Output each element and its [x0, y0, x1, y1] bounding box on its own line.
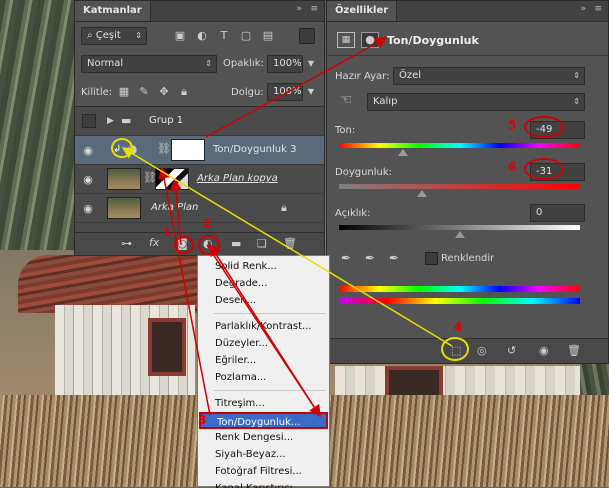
step-number-6: 6: [508, 160, 517, 174]
annotation-arrow: [209, 243, 321, 417]
step-number-1: 1: [163, 225, 172, 239]
step-number-5: 5: [508, 118, 517, 132]
step-number-4: 4: [454, 320, 463, 334]
annotation-arrow: [205, 37, 388, 138]
annotation-ring: [174, 236, 194, 254]
step-number-2: 2: [203, 217, 212, 231]
annotation-ring-yellow: [441, 337, 469, 361]
annotation-arrow-yellow: [121, 147, 453, 347]
annotation-ring: [524, 158, 564, 180]
annotation-overlay: [121, 37, 453, 418]
annotation-ring: [198, 235, 220, 255]
step-number-3: 3: [198, 413, 207, 427]
annotation-arrow: [158, 166, 211, 416]
annotation-ring-yellow: [111, 138, 133, 158]
annotation-arrow: [169, 178, 182, 246]
annotation-ring: [524, 116, 564, 138]
